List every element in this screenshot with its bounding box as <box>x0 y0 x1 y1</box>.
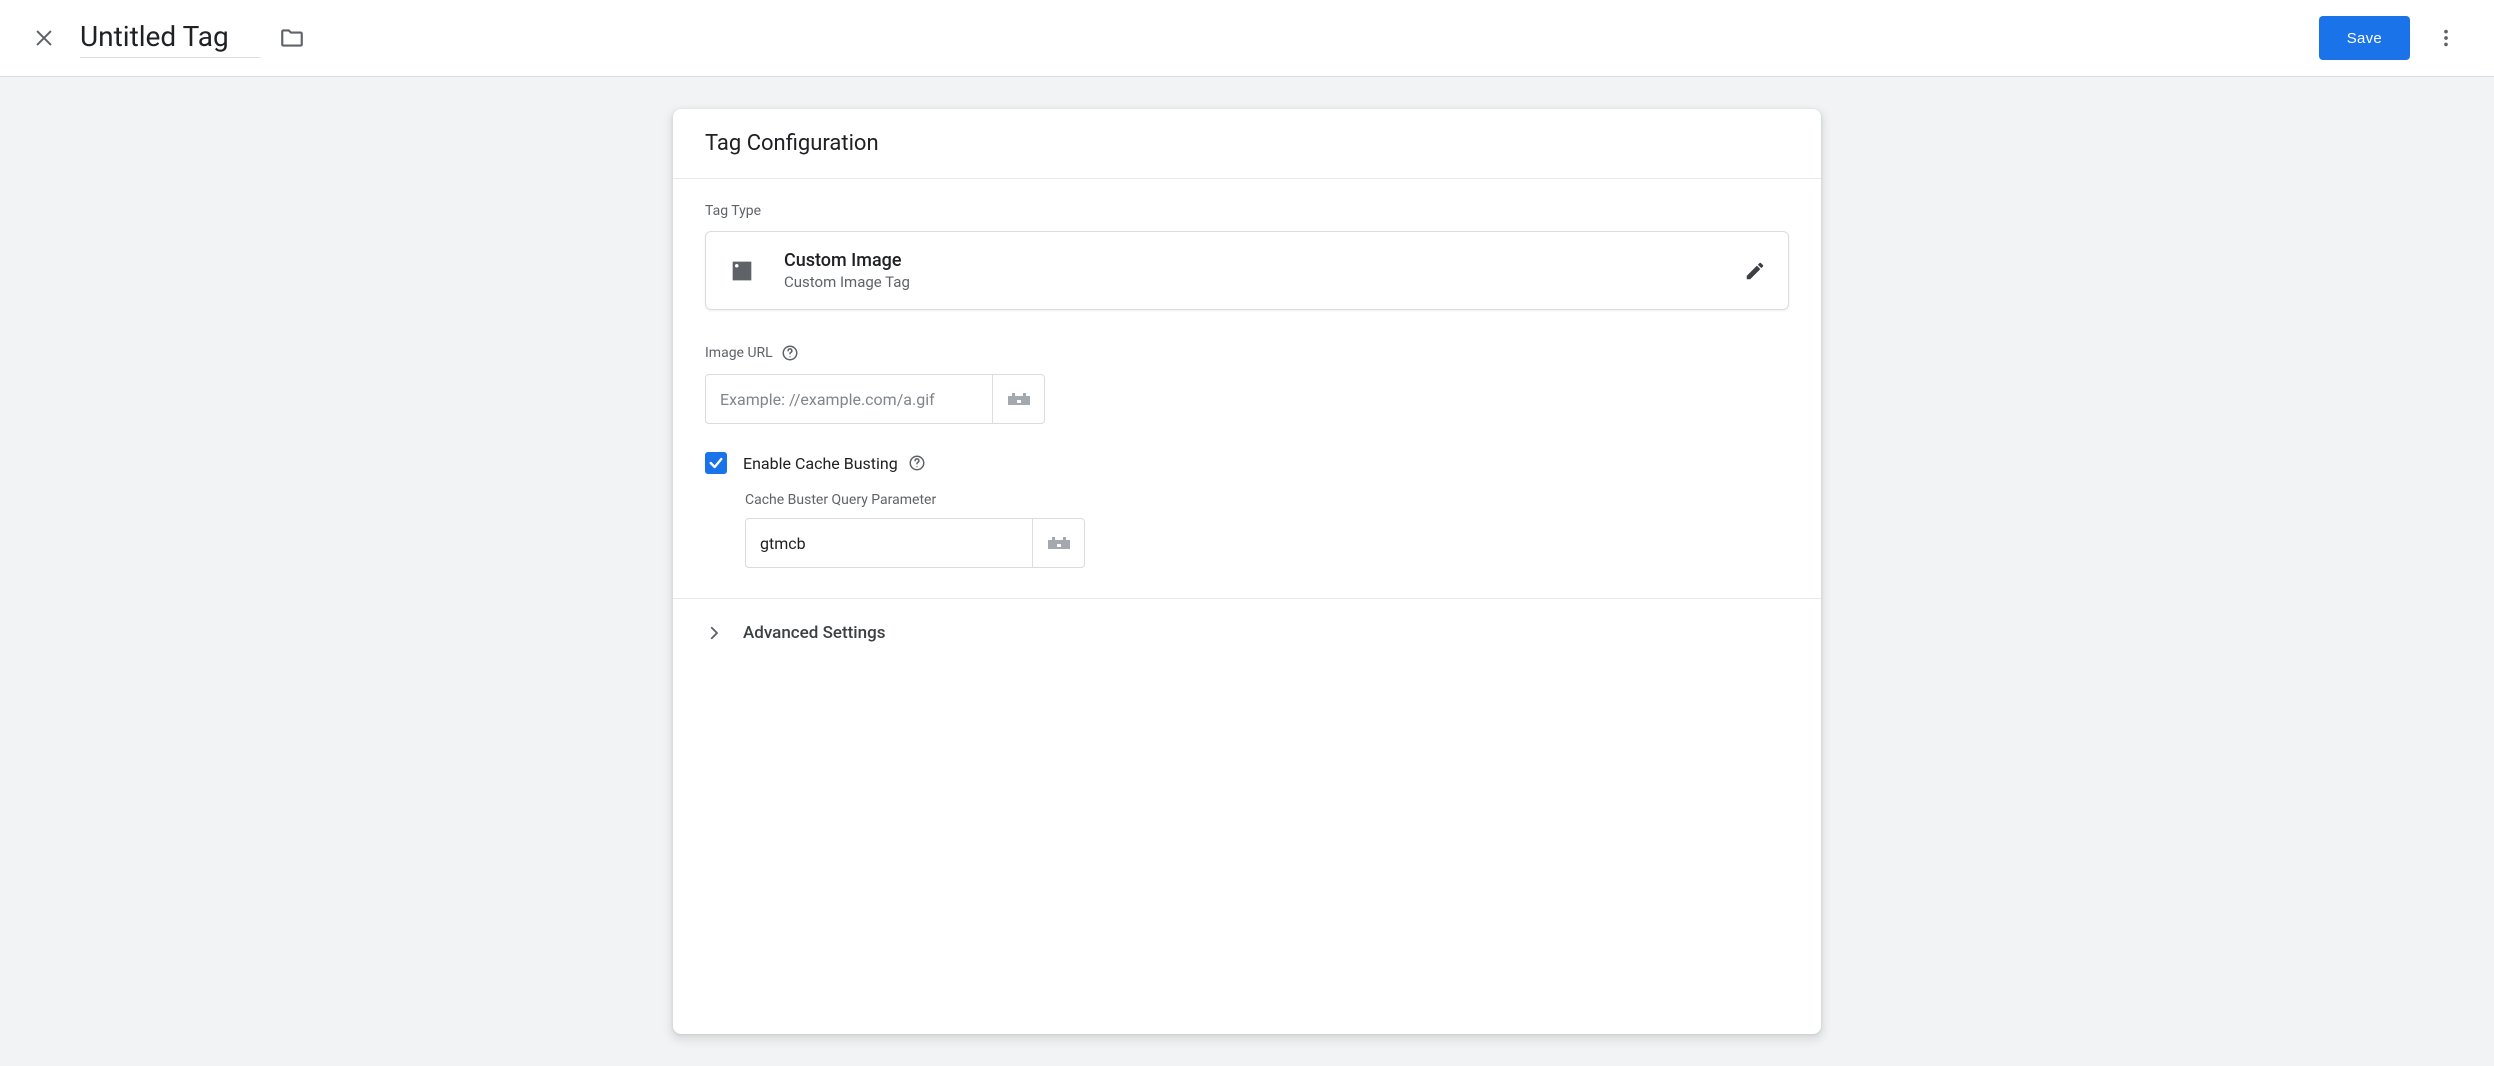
insert-variable-button[interactable] <box>993 374 1045 424</box>
chevron-right-icon <box>705 624 723 642</box>
card-title: Tag Configuration <box>705 131 1789 156</box>
checkmark-icon <box>708 455 724 471</box>
overflow-menu-button[interactable] <box>2422 14 2470 62</box>
cache-buster-param-label: Cache Buster Query Parameter <box>745 492 1789 508</box>
close-icon <box>33 27 55 49</box>
variable-brick-icon <box>1006 389 1032 409</box>
enable-cache-busting-checkbox[interactable] <box>705 452 727 474</box>
main-content: Tag Configuration Tag Type Custom Image … <box>0 77 2494 1066</box>
save-button[interactable]: Save <box>2319 16 2410 60</box>
top-bar: Save <box>0 0 2494 77</box>
folder-icon <box>279 25 305 51</box>
image-url-input[interactable] <box>705 374 993 424</box>
cache-buster-param-input[interactable] <box>745 518 1033 568</box>
insert-variable-button[interactable] <box>1033 518 1085 568</box>
tag-configuration-card: Tag Configuration Tag Type Custom Image … <box>673 109 1821 1034</box>
image-url-label: Image URL <box>705 344 1789 362</box>
tag-name-input[interactable] <box>80 18 260 58</box>
more-vert-icon <box>2435 27 2457 49</box>
tag-type-selector[interactable]: Custom Image Custom Image Tag <box>705 231 1789 310</box>
tag-type-label: Tag Type <box>705 203 1789 219</box>
enable-cache-busting-label: Enable Cache Busting <box>743 454 898 473</box>
image-icon <box>728 257 756 285</box>
advanced-settings-label: Advanced Settings <box>743 623 885 643</box>
advanced-settings-toggle[interactable]: Advanced Settings <box>673 599 1821 671</box>
folder-button[interactable] <box>274 20 310 56</box>
card-header: Tag Configuration <box>673 109 1821 179</box>
selected-type-subtitle: Custom Image Tag <box>784 273 910 291</box>
close-button[interactable] <box>20 14 68 62</box>
variable-brick-icon <box>1046 533 1072 553</box>
help-icon[interactable] <box>908 454 926 472</box>
selected-type-title: Custom Image <box>784 250 910 271</box>
pencil-icon <box>1744 260 1766 282</box>
help-icon[interactable] <box>781 344 799 362</box>
